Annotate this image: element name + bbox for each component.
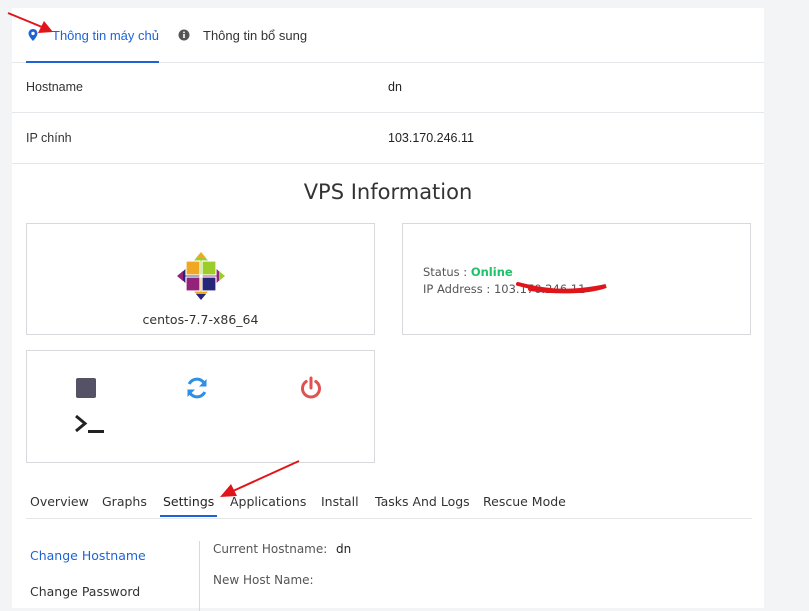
current-hostname-value: dn [336,542,352,556]
tab-extra-info-label: Thông tin bổ sung [203,27,308,43]
tab-install[interactable]: Install [321,494,359,509]
restart-button[interactable] [185,376,209,405]
tab-overview[interactable]: Overview [30,494,89,509]
main-ip-value: 103.170.246.11 [388,131,474,145]
actions-box [26,350,375,463]
current-hostname-label: Current Hostname: [213,542,328,556]
hostname-label: Hostname [26,80,83,94]
os-box: centos-7.7-x86_64 [26,223,375,335]
ip-address-value: 103.170.246.11 [493,282,586,296]
status-label: Status : [423,265,468,279]
stop-button[interactable] [76,378,96,403]
info-icon [177,29,191,41]
tab-server-info-label: Thông tin máy chủ [52,27,159,43]
server-info-card: Thông tin máy chủ Thông tin bổ sung Host… [12,8,764,611]
new-hostname-label: New Host Name: [213,573,314,587]
power-button[interactable] [299,376,323,405]
tab-server-info[interactable]: Thông tin máy chủ [26,8,159,63]
status-badge: Online [470,265,513,279]
console-button[interactable] [74,413,106,440]
info-row-main-ip: IP chính 103.170.246.11 [12,113,764,164]
status-box: Status : Online IP Address : 103.170.246… [402,223,751,335]
change-hostname-link[interactable]: Change Hostname [30,548,146,563]
ip-address-label: IP Address : [423,282,491,296]
active-tab-indicator [160,515,218,517]
centos-logo-icon [175,250,227,302]
map-pin-icon [26,29,40,41]
os-name: centos-7.7-x86_64 [142,312,259,327]
tab-graphs[interactable]: Graphs [102,494,147,509]
tab-extra-info[interactable]: Thông tin bổ sung [177,8,307,62]
power-icon [301,376,321,399]
hostname-value: dn [388,80,402,94]
stop-icon [76,378,96,398]
tab-applications[interactable]: Applications [230,494,306,509]
main-ip-label: IP chính [26,131,72,145]
vps-information-title: VPS Information [303,180,473,204]
tab-rescue-mode[interactable]: Rescue Mode [483,494,566,509]
tab-tasks-and-logs[interactable]: Tasks And Logs [375,494,470,509]
ip-line: IP Address : 103.170.246.11 [423,281,585,298]
info-row-hostname: Hostname dn [12,62,764,113]
terminal-icon [75,414,104,433]
tab-settings-label: Settings [163,494,215,509]
status-line: Status : Online [423,264,585,281]
refresh-icon [187,377,207,399]
tab-settings[interactable]: Settings [160,494,218,517]
settings-divider [199,541,200,611]
vps-tabs: Overview Graphs Settings Applications In… [26,488,752,519]
top-tabs: Thông tin máy chủ Thông tin bổ sung [12,8,764,63]
